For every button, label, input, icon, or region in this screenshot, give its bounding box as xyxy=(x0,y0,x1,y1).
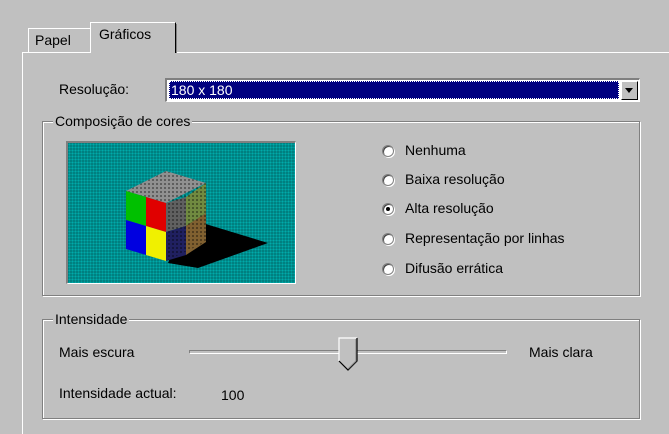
intensity-current-value: 100 xyxy=(221,387,245,403)
radio-difusao-erratica-label[interactable]: Difusão errática xyxy=(405,260,503,276)
tab-papel[interactable]: Papel xyxy=(28,28,92,52)
radio-representacao-por-linhas-label[interactable]: Representação por linhas xyxy=(405,230,565,246)
resolution-dropdown-button[interactable] xyxy=(621,81,638,100)
color-cube-image xyxy=(126,171,268,268)
intensity-slider-thumb[interactable] xyxy=(338,337,358,371)
chevron-down-icon xyxy=(625,88,633,93)
color-composition-legend: Composição de cores xyxy=(53,113,193,129)
intensity-current-label: Intensidade actual: xyxy=(59,385,177,401)
tab-graficos[interactable]: Gráficos xyxy=(90,22,177,53)
intensity-min-label: Mais escura xyxy=(59,344,135,360)
radio-alta-resolucao[interactable] xyxy=(382,203,394,215)
resolution-label: Resolução: xyxy=(59,81,130,97)
tab-papel-label: Papel xyxy=(35,32,71,48)
radio-nenhuma-label[interactable]: Nenhuma xyxy=(405,142,466,158)
resolution-select[interactable]: 180 x 180 xyxy=(165,78,640,102)
tab-graficos-label: Gráficos xyxy=(99,26,152,42)
radio-nenhuma[interactable] xyxy=(382,145,394,157)
radio-representacao-por-linhas[interactable] xyxy=(382,233,394,245)
radio-alta-resolucao-label[interactable]: Alta resolução xyxy=(405,200,494,216)
intensity-max-label: Mais clara xyxy=(529,344,593,360)
resolution-value: 180 x 180 xyxy=(169,81,619,99)
radio-baixa-resolucao[interactable] xyxy=(382,174,394,186)
radio-baixa-resolucao-label[interactable]: Baixa resolução xyxy=(405,171,505,187)
intensity-legend: Intensidade xyxy=(53,311,130,327)
radio-difusao-erratica[interactable] xyxy=(382,263,394,275)
dither-preview xyxy=(66,141,296,284)
